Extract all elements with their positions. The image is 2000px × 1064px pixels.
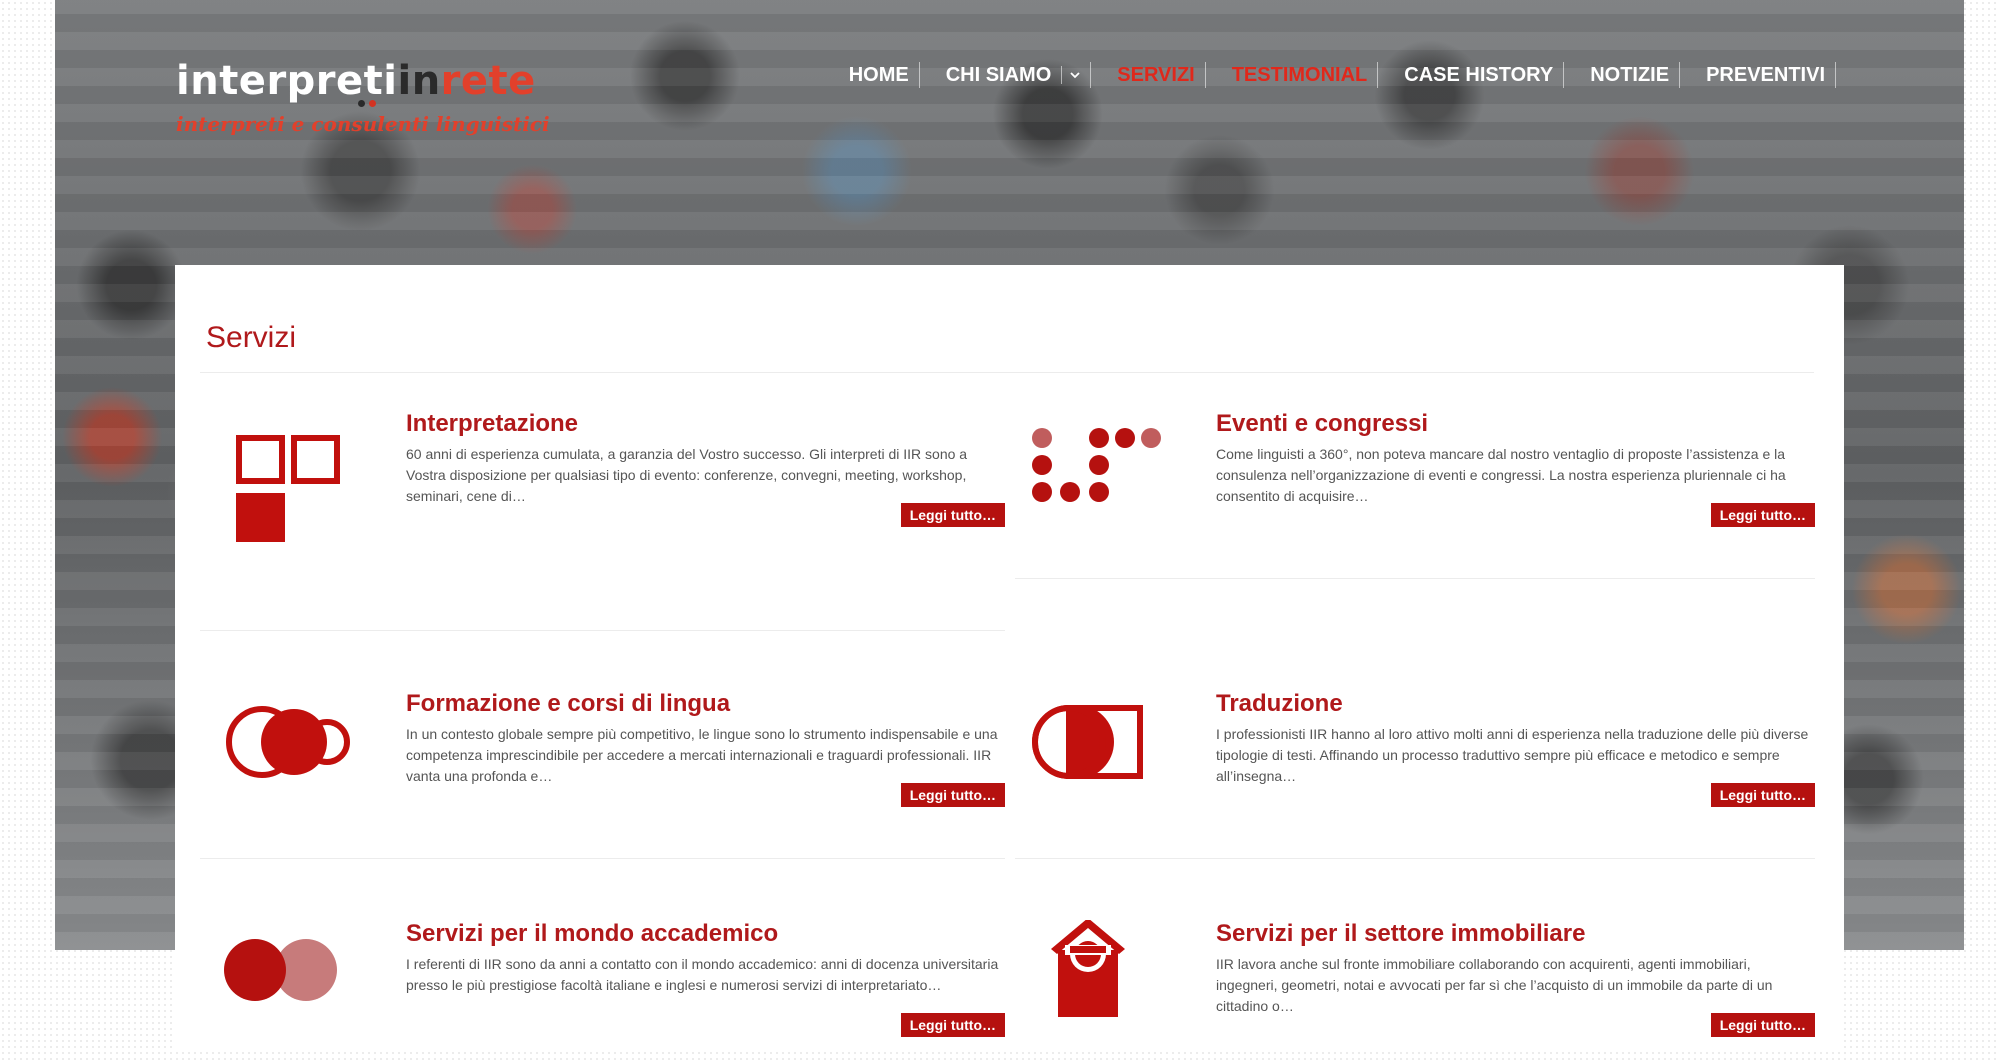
main-navigation: HOME CHI SIAMO SERVIZI TESTIMONIAL CASE … [823, 62, 1836, 88]
page-title: Servizi [206, 321, 297, 354]
house-icon[interactable] [1015, 918, 1181, 1060]
read-more-button[interactable]: Leggi tutto… [1710, 783, 1815, 807]
nav-home[interactable]: HOME [823, 62, 920, 88]
service-description: In un contesto globale sempre più compet… [406, 726, 998, 784]
nav-preventivi-label: PREVENTIVI [1706, 64, 1825, 86]
nav-case-history-label: CASE HISTORY [1404, 64, 1554, 86]
logo-word-rete: rete [440, 58, 536, 104]
service-description: Come linguisti a 360°, non poteva mancar… [1216, 446, 1786, 504]
read-more-button[interactable]: Leggi tutto… [1710, 1013, 1815, 1037]
service-title[interactable]: Servizi per il mondo accademico [406, 920, 778, 948]
service-description: I professionisti IIR hanno al loro attiv… [1216, 726, 1809, 784]
service-title[interactable]: Interpretazione [406, 410, 578, 438]
chevron-down-icon[interactable] [1061, 66, 1080, 84]
nav-servizi[interactable]: SERVIZI [1091, 62, 1206, 88]
site-logo[interactable]: interpretiinrete interpreti e consulenti… [176, 56, 550, 136]
divider [200, 372, 1814, 373]
nav-chi-siamo-label: CHI SIAMO [945, 64, 1052, 86]
squares-icon[interactable] [205, 410, 371, 550]
nav-preventivi[interactable]: PREVENTIVI [1680, 62, 1836, 88]
two-circles-icon[interactable] [205, 920, 371, 1060]
service-description: IIR lavora anche sul fronte immobiliare … [1216, 956, 1773, 1014]
read-more-button[interactable]: Leggi tutto… [900, 1013, 1005, 1037]
half-circle-square-icon[interactable] [1015, 690, 1181, 830]
divider [200, 858, 1005, 859]
nav-notizie-label: NOTIZIE [1590, 64, 1670, 86]
service-title[interactable]: Traduzione [1216, 690, 1343, 718]
nav-notizie[interactable]: NOTIZIE [1564, 62, 1681, 88]
service-title[interactable]: Eventi e congressi [1216, 410, 1428, 438]
read-more-button[interactable]: Leggi tutto… [1710, 503, 1815, 527]
divider [1015, 578, 1815, 579]
logo-word-interpreti: interpreti [176, 58, 398, 104]
nav-testimonial[interactable]: TESTIMONIAL [1206, 62, 1379, 88]
nav-home-label: HOME [848, 64, 909, 86]
nav-servizi-label: SERVIZI [1117, 64, 1195, 86]
service-title[interactable]: Formazione e corsi di lingua [406, 690, 730, 718]
read-more-button[interactable]: Leggi tutto… [900, 783, 1005, 807]
logo-word-in: in [397, 58, 441, 104]
nav-testimonial-label: TESTIMONIAL [1231, 64, 1368, 86]
service-title[interactable]: Servizi per il settore immobiliare [1216, 920, 1585, 948]
nav-case-history[interactable]: CASE HISTORY [1378, 62, 1565, 88]
read-more-button[interactable]: Leggi tutto… [900, 503, 1005, 527]
content-card: Servizi Interpretazione 60 anni di esper… [175, 265, 1844, 1050]
logo-dots [358, 100, 376, 107]
dots-grid-icon[interactable] [1015, 410, 1181, 550]
linked-circles-icon[interactable] [205, 690, 371, 830]
nav-chi-siamo[interactable]: CHI SIAMO [920, 62, 1092, 88]
logo-tagline: interpreti e consulenti linguistici [176, 112, 550, 136]
service-description: I referenti di IIR sono da anni a contat… [406, 956, 999, 993]
service-description: 60 anni di esperienza cumulata, a garanz… [406, 446, 968, 504]
logo-wordmark: interpretiinrete [176, 56, 550, 108]
divider [1015, 858, 1815, 859]
divider [200, 630, 1005, 631]
